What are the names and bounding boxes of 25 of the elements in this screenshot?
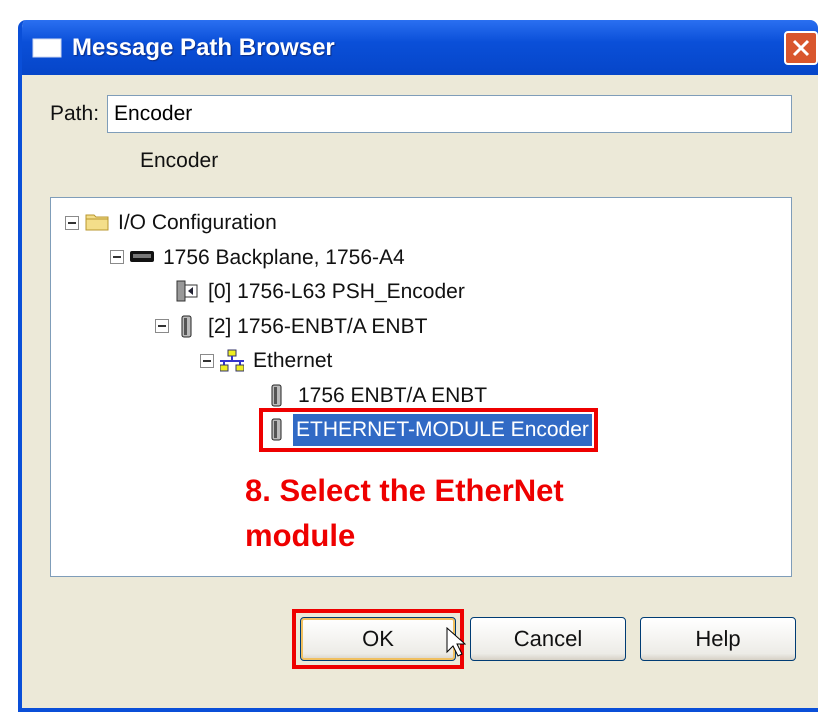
resolved-path: Encoder — [140, 148, 220, 174]
dialog-button[interactable]: OK — [300, 616, 456, 660]
close-icon — [791, 38, 811, 58]
expander[interactable] — [200, 354, 214, 368]
expander[interactable] — [110, 250, 124, 264]
controller-icon — [175, 280, 199, 304]
tree-item[interactable]: I/O Configuration — [115, 207, 280, 238]
dialog-button[interactable]: Help — [640, 616, 796, 660]
tree-item[interactable]: ETHERNET-MODULE Encoder — [293, 414, 592, 446]
network-icon — [220, 349, 244, 372]
tree-item[interactable]: [0] 1756-L63 PSH_Encoder — [205, 276, 468, 308]
window-title: Message Path Browser — [72, 32, 335, 62]
expander[interactable] — [155, 319, 169, 334]
tree-item[interactable]: 1756 ENBT/A ENBT — [295, 380, 490, 411]
mouse-pointer-icon — [446, 626, 466, 656]
window-icon — [32, 38, 62, 58]
close-button[interactable] — [784, 30, 818, 64]
tree-item[interactable]: [2] 1756-ENBT/A ENBT — [205, 310, 430, 342]
expander[interactable] — [65, 216, 79, 230]
tree-item[interactable]: Ethernet — [250, 345, 336, 376]
dialog-button[interactable]: Cancel — [470, 616, 626, 660]
path-field[interactable]: Encoder — [107, 95, 792, 133]
tree-item[interactable]: 1756 Backplane, 1756-A4 — [160, 242, 408, 273]
path-label: Path: — [50, 101, 100, 128]
annotation-text: 8. Select the EtherNet module — [245, 472, 565, 555]
